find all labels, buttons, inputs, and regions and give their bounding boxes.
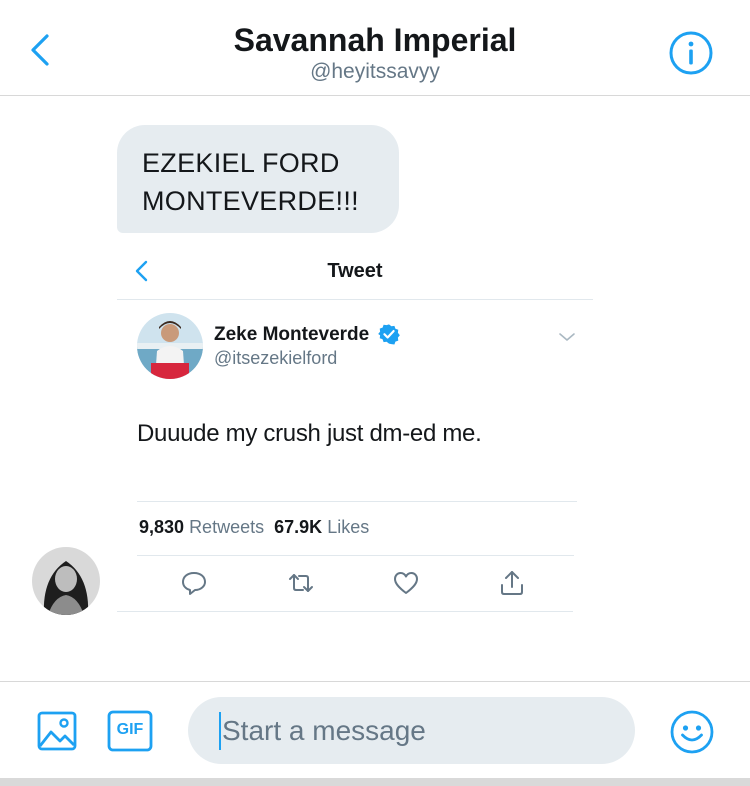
likes-label: Likes — [327, 517, 370, 537]
tweet-back-icon — [135, 260, 148, 282]
message-text: EZEKIEL FORD MONTEVERDE!!! — [142, 148, 359, 216]
composer-divider — [0, 681, 750, 682]
verified-badge-icon — [378, 324, 400, 345]
tweet-screen-title: Tweet — [327, 260, 383, 282]
like-icon — [394, 572, 418, 594]
reply-icon — [182, 572, 206, 595]
message-input[interactable] — [188, 697, 635, 764]
emoji-icon[interactable] — [669, 709, 715, 755]
divider — [137, 501, 577, 502]
info-icon[interactable] — [668, 30, 714, 76]
text-caret — [219, 712, 221, 750]
divider — [117, 299, 593, 300]
conversation-handle: @heyitssavyy — [310, 60, 440, 83]
gif-label: GIF — [116, 721, 144, 738]
sender-avatar[interactable] — [32, 547, 100, 615]
likes-count: 67.9K — [274, 517, 323, 537]
retweets-label: Retweets — [189, 517, 265, 537]
bottom-bar — [0, 778, 750, 786]
tweet-author-name: Zeke Monteverde — [214, 324, 370, 345]
gif-button[interactable]: GIF — [107, 710, 153, 752]
tweet-author-handle: @itsezekielford — [214, 348, 338, 368]
tweet-author-avatar — [137, 313, 203, 379]
share-icon — [501, 571, 523, 595]
conversation-title: Savannah Imperial — [233, 22, 517, 58]
tweet-stats: 9,830 Retweets 67.9K Likes — [139, 517, 369, 538]
image-icon[interactable] — [36, 710, 78, 752]
divider — [117, 611, 573, 612]
chevron-down-icon — [559, 333, 575, 341]
divider — [137, 555, 574, 556]
retweets-count: 9,830 — [139, 517, 185, 537]
retweet-icon — [289, 574, 313, 592]
tweet-text: Duuude my crush just dm-ed me. — [137, 420, 482, 447]
